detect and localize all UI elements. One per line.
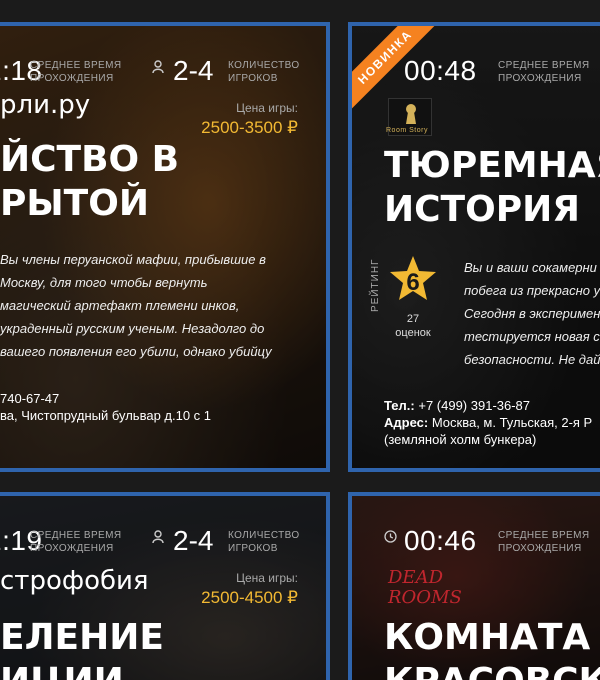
quest-title-line2[interactable]: рытой: [0, 182, 149, 226]
quest-card-4[interactable]: 00:46 Среднее время прохождения DEAD ROO…: [348, 492, 600, 680]
avg-time-label: Среднее время прохождения: [30, 530, 122, 554]
rating-value: 6: [406, 269, 420, 296]
players-label: Количество игроков: [228, 530, 300, 554]
avg-time-value: 00:48: [404, 55, 477, 86]
avg-time-label: Среднее время прохождения: [498, 60, 590, 84]
price-value: 2500-3500 ₽: [201, 118, 298, 137]
clock-icon: [384, 530, 397, 543]
quest-title-line2[interactable]: иции: [0, 660, 124, 680]
address-extra: (земляной холм бункера): [384, 432, 537, 447]
organizer-logo: рли.ру: [0, 90, 91, 120]
price-label: Цена игры:: [236, 571, 298, 585]
keyhole-icon: [406, 104, 416, 124]
quest-description: Вы члены перуанской мафии, прибывшие в М…: [0, 252, 272, 359]
players-value: 2-4: [173, 525, 214, 556]
quest-description: Вы и ваши сокамерни побега из прекрасно …: [464, 260, 600, 367]
address: Адрес: Москва, м. Тульская, 2-я Р: [384, 415, 593, 430]
price-label: Цена игры:: [236, 101, 298, 115]
rating-count: 27 оценок: [395, 313, 431, 339]
avg-time-label: Среднее время прохождения: [30, 60, 122, 84]
organizer-name: Room Story: [386, 127, 428, 134]
quest-title-line1[interactable]: еление: [0, 616, 164, 660]
phone[interactable]: 740-67-47: [0, 390, 59, 407]
quest-title-line1[interactable]: Тюремная: [384, 144, 600, 188]
price-value: 2500-4500 ₽: [201, 588, 298, 607]
organizer-logo: DEAD ROOMS: [388, 567, 462, 608]
quest-title-line1[interactable]: йство в: [0, 138, 179, 182]
phone[interactable]: Тел.: +7 (499) 391-36-87: [384, 397, 530, 414]
organizer-logo: строфобия: [0, 566, 149, 596]
quest-card-3[interactable]: 1:19 Среднее время прохождения 2-4 Колич…: [0, 492, 330, 680]
avg-time-label: Среднее время прохождения: [498, 530, 590, 554]
quest-card-2[interactable]: Новинка 00:48 Среднее время прохождения …: [348, 22, 600, 472]
address: ва, Чистопрудный бульвар д.10 с 1: [0, 408, 212, 423]
user-icon: [152, 60, 164, 74]
quest-title-line1[interactable]: Комната: [384, 616, 590, 660]
user-icon: [152, 530, 164, 544]
quest-title-line2[interactable]: Красовско: [384, 660, 600, 680]
rating-label: Рейтинг: [370, 258, 381, 312]
players-label: Количество игроков: [228, 60, 300, 84]
avg-time-value: 00:46: [404, 525, 477, 556]
quest-card-1[interactable]: 1:18 Среднее время прохождения 2-4 Колич…: [0, 22, 330, 472]
quest-title-line2[interactable]: история: [384, 188, 580, 232]
players-value: 2-4: [173, 55, 214, 86]
